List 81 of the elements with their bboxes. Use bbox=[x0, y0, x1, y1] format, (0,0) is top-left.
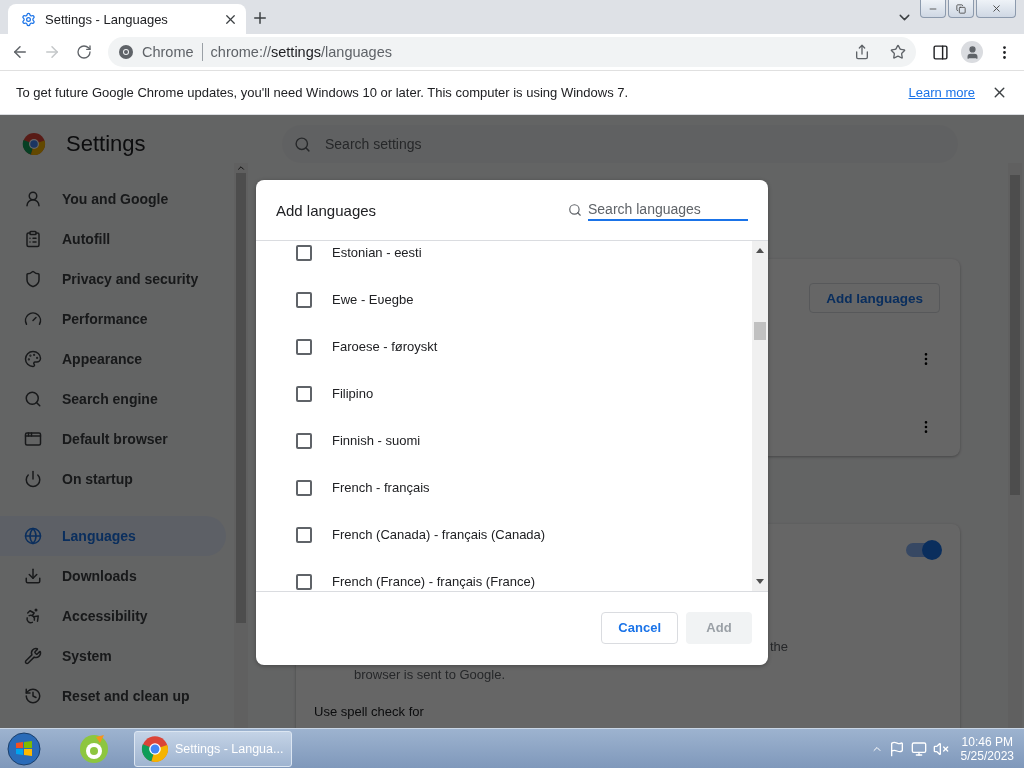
restore-icon bbox=[956, 3, 966, 14]
language-label: Estonian - eesti bbox=[332, 245, 422, 260]
scroll-up-icon[interactable] bbox=[756, 247, 764, 253]
url-text: chrome://settings/languages bbox=[210, 44, 392, 60]
download-icon bbox=[24, 567, 42, 585]
sidebar-item[interactable]: Appearance bbox=[0, 339, 226, 379]
window-icon bbox=[24, 430, 42, 448]
checkbox[interactable] bbox=[296, 291, 312, 308]
star-icon[interactable] bbox=[890, 44, 906, 60]
sidebar-item[interactable]: You and Google bbox=[0, 179, 226, 219]
accessibility-icon bbox=[24, 607, 42, 625]
sidebar-item[interactable]: On startup bbox=[0, 459, 226, 499]
language-label: Filipino bbox=[332, 386, 374, 401]
description-text: the bbox=[769, 639, 788, 654]
checkbox[interactable] bbox=[296, 432, 312, 449]
minimize-button[interactable] bbox=[920, 0, 946, 18]
chrome-icon bbox=[118, 44, 134, 60]
gauge-icon bbox=[24, 310, 42, 328]
share-icon[interactable] bbox=[854, 44, 870, 60]
dialog-title: Add languages bbox=[276, 201, 378, 219]
restore-button[interactable] bbox=[948, 0, 974, 18]
shield-icon bbox=[24, 270, 42, 288]
palette-icon bbox=[24, 350, 42, 368]
checkbox[interactable] bbox=[296, 244, 312, 261]
sidebar-item[interactable]: Autofill bbox=[0, 219, 226, 259]
clipboard-icon bbox=[24, 230, 42, 248]
scrollbar[interactable] bbox=[752, 241, 768, 591]
description-text: browser is sent to Google. bbox=[354, 667, 506, 682]
scrollbar[interactable] bbox=[1008, 163, 1022, 728]
browser-tab[interactable]: Settings - Languages bbox=[8, 4, 246, 34]
language-label: Ewe - Eʋegbe bbox=[332, 292, 414, 307]
search-icon bbox=[568, 203, 582, 217]
sidebar-item[interactable]: Accessibility bbox=[0, 596, 226, 636]
history-icon bbox=[24, 687, 42, 705]
globe-icon bbox=[24, 527, 42, 545]
site-label: Chrome bbox=[142, 44, 194, 60]
language-label: French (France) - français (France) bbox=[332, 574, 535, 589]
checkbox[interactable] bbox=[296, 338, 312, 355]
sidebar-item[interactable]: Default browser bbox=[0, 419, 226, 459]
learn-more-link[interactable]: Learn more bbox=[908, 85, 975, 100]
settings-title: Settings bbox=[66, 131, 146, 157]
sidebar-item[interactable]: Downloads bbox=[0, 556, 226, 596]
speaker-muted-icon[interactable] bbox=[932, 740, 949, 757]
chrome-logo bbox=[22, 132, 46, 156]
cancel-button[interactable]: Cancel bbox=[601, 611, 678, 644]
add-languages-button[interactable]: Add languages bbox=[809, 283, 940, 313]
scrollbar[interactable] bbox=[234, 163, 248, 728]
network-icon[interactable] bbox=[910, 740, 927, 757]
start-button[interactable] bbox=[4, 730, 44, 767]
close-icon bbox=[990, 3, 1002, 14]
language-label: Finnish - suomi bbox=[332, 433, 421, 448]
clock[interactable]: 10:46 PM 5/25/2023 bbox=[954, 734, 1020, 763]
sidebar-item[interactable]: Performance bbox=[0, 299, 226, 339]
gear-icon bbox=[21, 11, 36, 27]
checkbox[interactable] bbox=[296, 526, 312, 543]
sidebar-item[interactable]: Reset and clean up bbox=[0, 676, 226, 716]
sidebar-item[interactable]: Languages bbox=[0, 516, 226, 556]
address-bar[interactable]: Chrome chrome://settings/languages bbox=[108, 37, 916, 67]
checkbox[interactable] bbox=[296, 573, 312, 590]
search-icon bbox=[294, 135, 311, 153]
person-icon bbox=[24, 190, 42, 208]
checkbox[interactable] bbox=[296, 479, 312, 496]
spell-check-label: Use spell check for bbox=[314, 704, 424, 719]
update-message: To get future Google Chrome updates, you'll need Windows 10 or later. This computer is using Windows 7. bbox=[16, 85, 630, 100]
power-icon bbox=[24, 470, 42, 488]
language-label: Faroese - føroyskt bbox=[332, 339, 438, 354]
sidebar-item[interactable]: Privacy and security bbox=[0, 259, 226, 299]
language-label: French - français bbox=[332, 480, 430, 495]
search-icon bbox=[24, 390, 42, 408]
language-label: French (Canada) - français (Canada) bbox=[332, 527, 546, 542]
sidebar-item[interactable]: Search engine bbox=[0, 379, 226, 419]
toggle-switch[interactable] bbox=[906, 543, 940, 557]
taskbar-button[interactable]: Settings - Langua... bbox=[134, 730, 292, 767]
flag-icon[interactable] bbox=[888, 740, 905, 757]
sidebar-item[interactable]: System bbox=[0, 636, 226, 676]
checkbox[interactable] bbox=[296, 385, 312, 402]
wrench-icon bbox=[24, 647, 42, 665]
chrome-icon bbox=[141, 734, 169, 763]
close-button[interactable] bbox=[976, 0, 1016, 18]
scroll-thumb[interactable] bbox=[754, 322, 766, 340]
scroll-down-icon[interactable] bbox=[756, 579, 764, 585]
